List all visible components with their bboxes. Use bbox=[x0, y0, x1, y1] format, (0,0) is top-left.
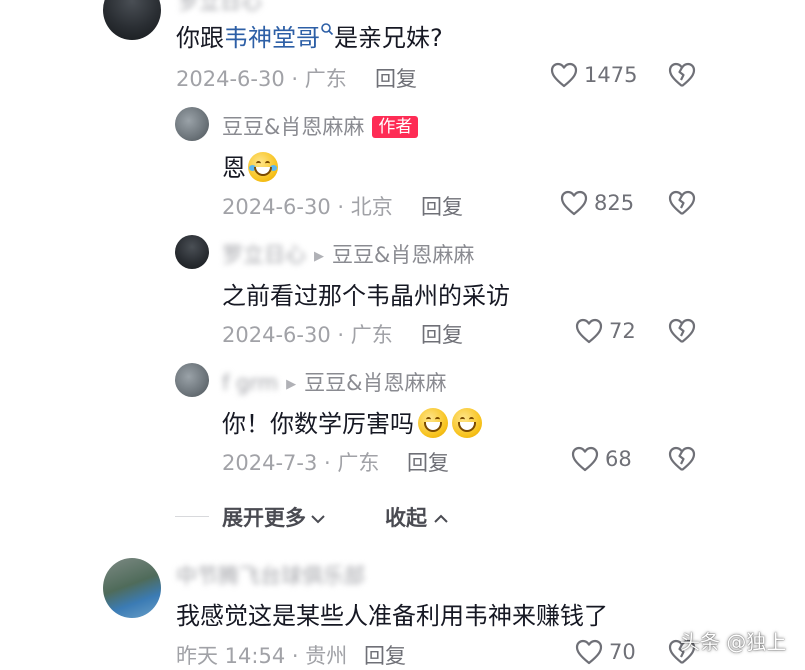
reply-button[interactable]: 回复 bbox=[421, 319, 463, 349]
comment-text-prefix: 你跟 bbox=[176, 24, 224, 52]
like-count: 68 bbox=[605, 447, 632, 471]
reply-to-name[interactable]: 豆豆&肖恩麻麻 bbox=[304, 371, 446, 395]
collapse-label: 收起 bbox=[385, 506, 427, 530]
reply-author-name[interactable]: f grm bbox=[222, 371, 278, 395]
heart-outline-icon bbox=[575, 318, 603, 344]
reply-text: 之前看过那个韦晶州的采访 bbox=[222, 282, 510, 310]
reply-text-content: 你！你数学厉害吗 bbox=[222, 410, 414, 438]
like-count: 825 bbox=[594, 191, 635, 215]
broken-heart-icon bbox=[668, 318, 696, 343]
dislike-button[interactable] bbox=[668, 318, 696, 348]
reply-date-location: 2024-6-30 · 广东 bbox=[222, 323, 393, 347]
reply-author-name[interactable]: 豆豆&肖恩麻麻 bbox=[222, 115, 364, 139]
heart-outline-icon bbox=[550, 62, 578, 88]
like-button[interactable]: 70 bbox=[575, 639, 636, 665]
reply-button[interactable]: 回复 bbox=[375, 63, 417, 93]
avatar[interactable] bbox=[103, 558, 161, 618]
reply-button[interactable]: 回复 bbox=[421, 191, 463, 221]
like-count: 70 bbox=[609, 640, 636, 664]
comment-text: 我感觉这是某些人准备利用韦神来赚钱了 bbox=[176, 602, 608, 630]
avatar[interactable] bbox=[175, 235, 209, 269]
like-count: 1475 bbox=[584, 63, 638, 87]
expand-more-label: 展开更多 bbox=[222, 506, 306, 530]
reply-text-content: 恩 bbox=[222, 154, 246, 182]
like-button[interactable]: 825 bbox=[560, 190, 634, 216]
reply-date-location: 2024-7-3 · 广东 bbox=[222, 451, 380, 475]
broken-heart-icon bbox=[668, 62, 696, 87]
dislike-button[interactable] bbox=[668, 446, 696, 476]
like-button[interactable]: 72 bbox=[575, 318, 636, 344]
reply-text: 你！你数学厉害吗 bbox=[222, 404, 482, 439]
like-button[interactable]: 1475 bbox=[550, 62, 637, 88]
collapse-button[interactable]: 收起 bbox=[385, 502, 449, 532]
broken-heart-icon bbox=[668, 446, 696, 471]
play-triangle-icon: ▶ bbox=[286, 377, 297, 392]
comment-author-partial[interactable]: 罗立日心 bbox=[178, 0, 262, 16]
expand-more-button[interactable]: 展开更多 bbox=[222, 502, 326, 532]
dislike-button[interactable] bbox=[668, 62, 696, 92]
avatar[interactable] bbox=[103, 0, 161, 40]
grinning-emoji-icon bbox=[452, 408, 482, 438]
search-icon[interactable] bbox=[320, 22, 334, 36]
laughing-tears-emoji-icon bbox=[248, 152, 278, 182]
like-button[interactable]: 68 bbox=[571, 446, 632, 472]
reply-author[interactable]: 豆豆&肖恩麻麻 作者 bbox=[222, 111, 419, 141]
reply-author-name[interactable]: 罗立日心 bbox=[222, 243, 306, 267]
reply-text: 恩 bbox=[222, 148, 278, 183]
search-link[interactable]: 韦神堂哥 bbox=[224, 24, 320, 52]
reply-date-location: 2024-6-30 · 北京 bbox=[222, 195, 393, 219]
comment-date-location: 2024-6-30 · 广东 bbox=[176, 67, 347, 91]
grinning-emoji-icon bbox=[418, 408, 448, 438]
avatar[interactable] bbox=[175, 107, 209, 141]
comment-text-suffix: 是亲兄妹? bbox=[334, 24, 443, 52]
heart-outline-icon bbox=[560, 190, 588, 216]
avatar[interactable] bbox=[175, 363, 209, 397]
reply-author-line: f grm ▶ 豆豆&肖恩麻麻 bbox=[222, 367, 447, 397]
author-tag-badge: 作者 bbox=[372, 116, 419, 138]
thread-divider bbox=[175, 516, 209, 517]
reply-author-line: 罗立日心 ▶ 豆豆&肖恩麻麻 bbox=[222, 239, 474, 269]
watermark: 头条 @独上 bbox=[680, 630, 787, 654]
heart-outline-icon bbox=[571, 446, 599, 472]
comment-author[interactable]: 中节腾飞台球俱乐部 bbox=[176, 560, 365, 590]
broken-heart-icon bbox=[668, 190, 696, 215]
chevron-down-icon bbox=[311, 515, 325, 524]
reply-to-name[interactable]: 豆豆&肖恩麻麻 bbox=[332, 243, 474, 267]
reply-button[interactable]: 回复 bbox=[407, 447, 449, 477]
like-count: 72 bbox=[609, 319, 636, 343]
heart-outline-icon bbox=[575, 639, 603, 665]
chevron-up-icon bbox=[434, 514, 448, 523]
dislike-button[interactable] bbox=[668, 190, 696, 220]
comment-text: 你跟韦神堂哥 是亲兄妹? bbox=[176, 18, 443, 53]
play-triangle-icon: ▶ bbox=[314, 249, 324, 264]
